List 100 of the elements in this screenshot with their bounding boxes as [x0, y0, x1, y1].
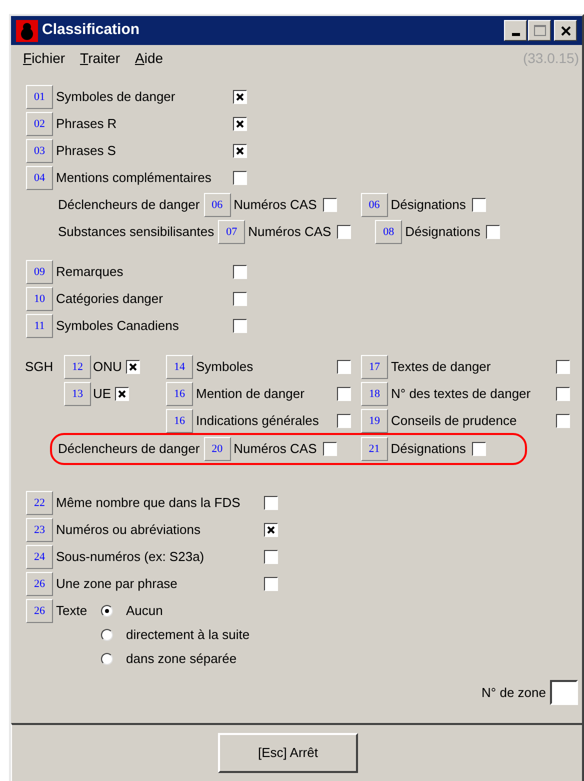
number-button[interactable]: 10	[26, 287, 53, 311]
number-button[interactable]: 08	[375, 220, 402, 244]
radio-button[interactable]	[101, 653, 113, 665]
zone-field[interactable]	[550, 680, 578, 705]
option-label: Indications générales	[196, 412, 320, 430]
number-button[interactable]: 17	[361, 355, 388, 379]
checkbox[interactable]	[115, 387, 130, 401]
checkbox[interactable]	[556, 387, 570, 401]
close-button[interactable]	[554, 20, 577, 41]
option-label: Mention de danger	[196, 385, 306, 404]
check-icon	[128, 363, 137, 371]
checkbox[interactable]	[233, 319, 247, 333]
option-label: N° des textes de danger	[391, 385, 532, 404]
option-label: Texte	[56, 602, 88, 620]
number-button[interactable]: 09	[26, 260, 53, 284]
checkbox[interactable]	[264, 550, 278, 564]
checkbox[interactable]	[337, 414, 351, 428]
radio-button[interactable]	[101, 605, 113, 617]
option-label: Numéros CAS	[234, 440, 317, 458]
number-button[interactable]: 18	[361, 382, 388, 406]
checkbox[interactable]	[322, 442, 337, 456]
option-label: Désignations	[405, 223, 480, 242]
check-icon	[236, 93, 244, 101]
checkbox[interactable]	[233, 117, 247, 131]
close-icon	[560, 26, 570, 36]
option-label: Catégories danger	[56, 290, 164, 308]
number-button[interactable]: 11	[26, 314, 53, 338]
option-label: Mentions complémentaires	[56, 169, 212, 188]
checkbox[interactable]	[486, 225, 500, 239]
checkbox[interactable]	[322, 198, 337, 212]
option-label: Symboles	[196, 358, 254, 376]
option-label: Remarques	[56, 263, 124, 282]
menu-item[interactable]: Traiter	[80, 48, 120, 68]
checkbox[interactable]	[264, 496, 278, 510]
checkbox[interactable]	[264, 577, 278, 591]
app-icon	[16, 20, 38, 42]
checkbox[interactable]	[337, 387, 351, 401]
number-button[interactable]: 26	[26, 599, 53, 623]
option-label: Conseils de prudence	[391, 412, 518, 430]
option-label: Sous-numéros (ex: S23a)	[56, 548, 206, 566]
number-button[interactable]: 21	[360, 437, 388, 461]
number-button[interactable]: 06	[204, 193, 231, 217]
option-label: SGH	[25, 358, 54, 376]
option-label: directement à la suite	[126, 626, 250, 644]
menu-item[interactable]: Fichier	[23, 48, 66, 68]
number-button[interactable]: 16	[166, 409, 193, 433]
checkbox[interactable]	[472, 442, 486, 456]
number-button[interactable]: 06	[360, 193, 388, 217]
option-label: Une zone par phrase	[56, 575, 178, 594]
minimize-icon	[512, 33, 520, 36]
number-button[interactable]: 03	[26, 139, 53, 163]
number-button[interactable]: 04	[26, 166, 53, 190]
number-button[interactable]: 23	[26, 518, 53, 542]
option-label: Numéros CAS	[248, 223, 332, 242]
maximize-button[interactable]	[528, 20, 551, 41]
menu-item[interactable]: Aide	[134, 48, 164, 68]
number-button[interactable]: 19	[361, 409, 388, 433]
number-button[interactable]: 13	[64, 382, 91, 406]
option-label: dans zone séparée	[126, 650, 237, 668]
number-button[interactable]: 07	[218, 220, 246, 244]
checkbox[interactable]	[233, 265, 247, 279]
checkbox[interactable]	[472, 198, 486, 212]
checkbox[interactable]	[233, 144, 247, 158]
option-label: Numéros CAS	[234, 196, 317, 214]
checkbox[interactable]	[556, 360, 570, 374]
option-label: Symboles de danger	[56, 88, 176, 106]
radio-button[interactable]	[101, 629, 113, 641]
checkbox[interactable]	[337, 360, 351, 374]
option-label: Substances sensibilisantes	[58, 223, 214, 242]
check-icon	[118, 390, 126, 398]
minimize-button[interactable]	[504, 20, 527, 41]
option-label: Désignations	[390, 440, 466, 458]
number-button[interactable]: 12	[64, 355, 91, 379]
number-button[interactable]: 01	[26, 85, 53, 109]
checkbox[interactable]	[233, 171, 247, 185]
option-label: N° de zone	[482, 684, 546, 702]
checkbox[interactable]	[264, 523, 278, 537]
number-button[interactable]: 24	[26, 545, 53, 569]
number-button[interactable]: 14	[166, 355, 193, 379]
check-icon	[267, 526, 275, 534]
number-button[interactable]: 16	[166, 382, 193, 406]
stop-button[interactable]: [Esc] Arrêt	[218, 733, 358, 773]
checkbox[interactable]	[126, 360, 140, 374]
option-label: Déclencheurs de danger	[58, 440, 200, 458]
checkbox[interactable]	[337, 225, 352, 239]
checkbox[interactable]	[556, 414, 570, 428]
option-label: Même nombre que dans la FDS	[56, 494, 242, 512]
option-label: Textes de danger	[391, 358, 492, 376]
option-label: Symboles Canadiens	[56, 317, 180, 336]
option-label: Déclencheurs de danger	[58, 196, 200, 214]
number-button[interactable]: 02	[26, 112, 53, 136]
option-label: Aucun	[126, 602, 163, 620]
number-button[interactable]: 20	[204, 437, 231, 461]
checkbox[interactable]	[233, 90, 247, 104]
option-label: Désignations	[390, 196, 466, 214]
number-button[interactable]: 22	[26, 491, 53, 515]
check-icon	[236, 120, 244, 128]
number-button[interactable]: 26	[26, 572, 53, 596]
option-label: ONU	[93, 358, 122, 376]
checkbox[interactable]	[233, 292, 247, 306]
